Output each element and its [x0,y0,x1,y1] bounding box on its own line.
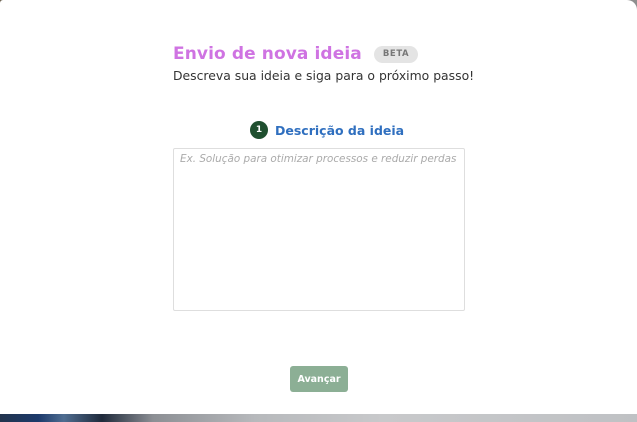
modal-subtitle: Descreva sua ideia e siga para o próximo… [173,68,475,83]
step-number-badge: 1 [250,121,268,139]
beta-badge: BETA [373,45,419,63]
title-row: Envio de nova ideia BETA [173,44,474,64]
step-label: Descrição da ideia [275,122,405,138]
new-idea-modal: Envio de nova ideia BETA Descreva sua id… [0,0,637,414]
step-indicator: 1 Descrição da ideia [250,121,404,139]
idea-description-input[interactable] [173,148,465,311]
next-button[interactable]: Avançar [290,366,348,392]
modal-header: Envio de nova ideia BETA Descreva sua id… [173,44,474,83]
background-page-bottom [0,414,637,422]
modal-title: Envio de nova ideia [173,44,362,64]
